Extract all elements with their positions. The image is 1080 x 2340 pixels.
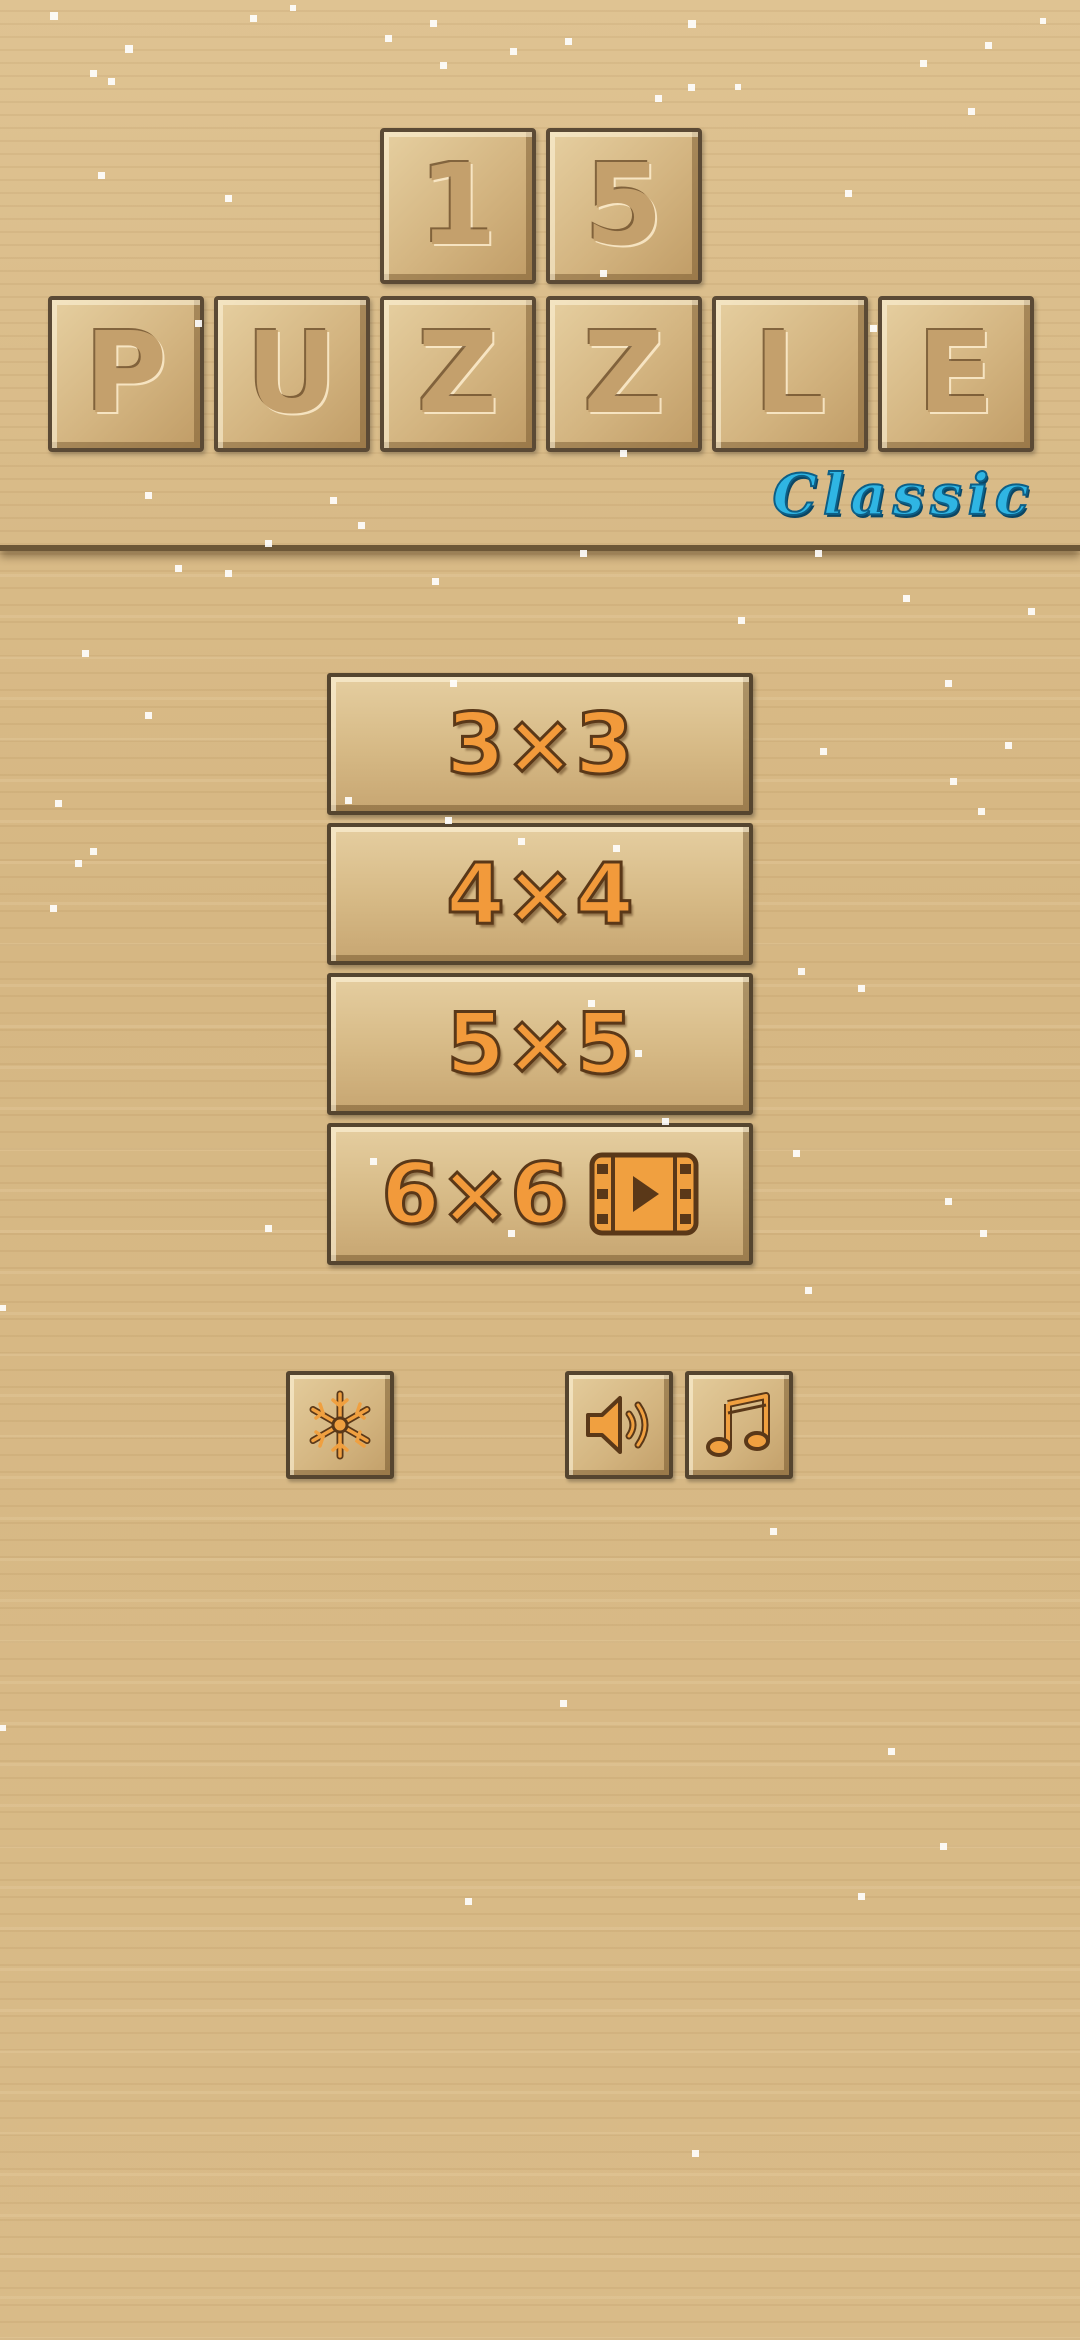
title-tile-letter: P [84, 309, 168, 439]
title-tile-letter: 1 [419, 141, 497, 271]
title-tile-letter: U [246, 309, 338, 439]
snowflake-icon [309, 1390, 371, 1460]
snow-toggle-button[interactable] [286, 1371, 394, 1479]
subtitle-classic: Classic [771, 461, 1035, 529]
title-tile-1: 1 [380, 128, 536, 284]
mode-4x4-button[interactable]: 4×4 [327, 823, 753, 965]
mode-6x6-button[interactable]: 6×6 [327, 1123, 753, 1265]
mode-5x5-button[interactable]: 5×5 [327, 973, 753, 1115]
title-tile-letter: 5 [585, 141, 663, 271]
title-tile-e: E [878, 296, 1034, 452]
video-ad-icon [589, 1152, 699, 1236]
music-note-icon [706, 1392, 770, 1457]
title-tile-5: 5 [546, 128, 702, 284]
title-tile-letter: L [754, 309, 826, 439]
mode-label: 5×5 [445, 994, 635, 1095]
mode-3x3-button[interactable]: 3×3 [327, 673, 753, 815]
speaker-icon [586, 1396, 649, 1454]
title-tile-p: P [48, 296, 204, 452]
mode-label: 4×4 [445, 844, 635, 945]
title-tile-letter: Z [583, 309, 665, 439]
sound-toggle-button[interactable] [565, 1371, 673, 1479]
title-tile-z2: Z [546, 296, 702, 452]
title-tile-u: U [214, 296, 370, 452]
title-tile-l: L [712, 296, 868, 452]
music-toggle-button[interactable] [685, 1371, 793, 1479]
mode-label: 3×3 [445, 694, 635, 795]
mode-label: 6×6 [380, 1144, 570, 1245]
title-tile-letter: E [917, 309, 995, 439]
title-tile-z1: Z [380, 296, 536, 452]
title-tile-letter: Z [417, 309, 499, 439]
